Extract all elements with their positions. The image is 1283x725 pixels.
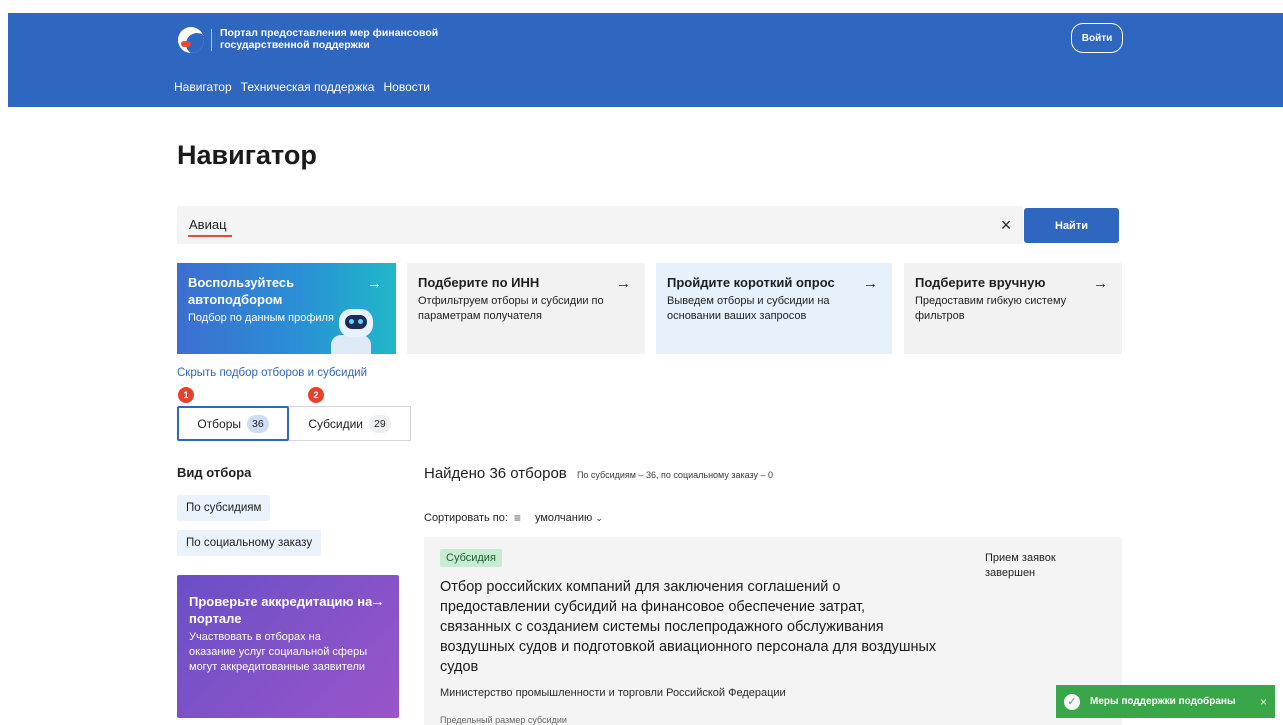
nav-item-support[interactable]: Техническая поддержка (241, 80, 375, 94)
card-title: Подберите по ИНН (418, 275, 540, 290)
login-button[interactable]: Войти (1071, 23, 1123, 53)
arrow-right-icon: → (863, 275, 878, 292)
sort-control: Сортировать по: ≡ умолчанию ⌄ (424, 511, 603, 525)
survey-card[interactable]: Пройдите короткий опрос Выведем отборы и… (656, 263, 892, 354)
result-title[interactable]: Отбор российских компаний для заключения… (440, 577, 940, 677)
close-icon[interactable]: × (997, 216, 1015, 234)
tab-selections[interactable]: Отборы 36 (177, 406, 289, 441)
logo-divider (211, 29, 212, 51)
count-badge: 29 (368, 414, 391, 433)
filter-chip-subsidies[interactable]: По субсидиям (177, 495, 271, 521)
search-button[interactable]: Найти (1024, 208, 1119, 243)
search-typing-underline (188, 235, 232, 237)
manual-card[interactable]: Подберите вручную Предоставим гибкую сис… (904, 263, 1122, 354)
inn-card[interactable]: Подберите по ИНН Отфильтруем отборы и су… (407, 263, 645, 354)
card-description: Выведем отборы и субсидии на основании в… (667, 295, 830, 322)
portal-name[interactable]: Портал предоставления мер финансовой гос… (220, 27, 480, 51)
filter-chip-social-order[interactable]: По социальному заказу (177, 530, 322, 556)
nav-item-navigator[interactable]: Навигатор (174, 80, 232, 94)
sort-label: Сортировать по: (424, 512, 508, 524)
count-badge: 36 (247, 414, 269, 433)
promo-description: Участвовать в отборах на оказание услуг … (189, 631, 368, 673)
tab-label: Отборы (197, 416, 241, 431)
nav-item-news[interactable]: Новости (383, 80, 429, 94)
type-badge: Субсидия (440, 549, 502, 567)
arrow-right-icon: → (616, 275, 631, 292)
filter-title: Вид отбора (177, 465, 252, 480)
marker-badge-1: 1 (178, 387, 194, 403)
card-description: Отфильтруем отборы и субсидии по парамет… (418, 295, 604, 322)
card-title: Пройдите короткий опрос (667, 275, 835, 290)
search-query[interactable]: Авиац (189, 217, 227, 232)
robot-illustration (327, 303, 381, 354)
results-count: Найдено 36 отборов По субсидиям – 36, по… (424, 465, 773, 482)
arrow-right-icon: → (367, 275, 382, 292)
page-title: Навигатор (177, 140, 317, 170)
card-description: Предоставим гибкую систему фильтров (915, 295, 1067, 322)
portal-logo-icon[interactable] (178, 27, 204, 53)
marker-badge-2: 2 (308, 387, 324, 403)
hide-selection-link[interactable]: Скрыть подбор отборов и субсидий (177, 367, 367, 379)
success-toast: ✓ Меры поддержки подобраны × (1056, 685, 1275, 718)
promo-title: Проверьте аккредитацию на портале (189, 594, 373, 626)
site-header: Портал предоставления мер финансовой гос… (8, 13, 1283, 107)
arrow-right-icon: → (370, 593, 385, 610)
tab-label: Субсидии (308, 416, 363, 431)
card-title: Подберите вручную (915, 275, 1046, 290)
toast-message: Меры поддержки подобраны (1090, 696, 1236, 707)
sort-dropdown[interactable]: умолчанию ⌄ (535, 512, 603, 524)
search-input[interactable]: Авиац × (177, 206, 1023, 244)
sort-value: умолчанию (534, 512, 593, 524)
check-icon: ✓ (1064, 693, 1080, 710)
autoselect-card[interactable]: Воспользуйтесь автоподбором Подбор по да… (177, 263, 396, 354)
main-nav: Навигатор Техническая поддержка Новости (174, 80, 430, 94)
result-organization: Министерство промышленности и торговли Р… (440, 687, 786, 699)
results-found: Найдено 36 отборов (424, 465, 567, 482)
status-badge: Прием заявок завершен (985, 552, 1056, 579)
accreditation-promo[interactable]: Проверьте аккредитацию на портале → Учас… (177, 575, 399, 718)
close-icon[interactable]: × (1260, 695, 1267, 709)
result-max-subsidy-label: Предельный размер субсидии (440, 715, 567, 725)
card-title: Воспользуйтесь автоподбором (188, 275, 295, 307)
tab-subsidies[interactable]: Субсидии 29 (289, 406, 411, 441)
arrow-right-icon: → (1093, 275, 1108, 292)
results-breakdown: По субсидиям – 36, по социальному заказу… (576, 470, 774, 480)
sort-lines-icon: ≡ (513, 511, 521, 525)
chevron-down-icon: ⌄ (595, 513, 603, 523)
result-card[interactable]: Субсидия Отбор российских компаний для з… (424, 537, 1122, 725)
